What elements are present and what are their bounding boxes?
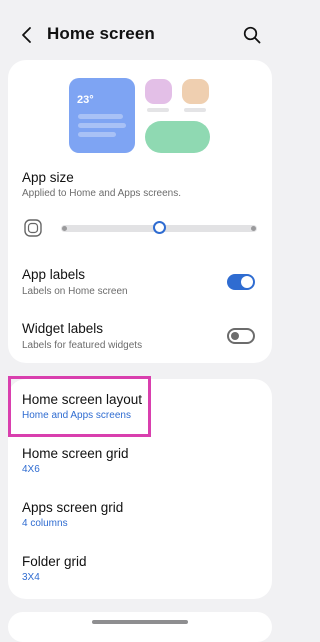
home-indicator — [92, 620, 188, 624]
folder-grid-title: Folder grid — [22, 554, 87, 569]
slider-thumb[interactable] — [152, 221, 166, 234]
search-icon — [243, 26, 261, 44]
preview-text-line — [78, 123, 126, 128]
preview-widget — [145, 121, 210, 153]
preview-app-icon — [182, 79, 209, 104]
toggle-knob — [231, 332, 239, 340]
apps-screen-grid-title: Apps screen grid — [22, 500, 124, 515]
back-button[interactable] — [14, 22, 40, 48]
additional-settings-card — [8, 612, 272, 642]
home-screen-grid-value: 4X6 — [22, 464, 40, 475]
slider-min-dot — [62, 226, 67, 231]
apps-screen-grid-item[interactable]: Apps screen grid 4 columns — [8, 489, 272, 543]
widget-labels-toggle[interactable] — [227, 328, 255, 344]
app-size-subtitle: Applied to Home and Apps screens. — [22, 188, 181, 199]
top-app-bar: Home screen — [0, 0, 280, 60]
preview-text-line — [78, 114, 123, 119]
apps-screen-grid-value: 4 columns — [22, 518, 68, 529]
search-button[interactable] — [241, 24, 263, 46]
app-labels-subtitle: Labels on Home screen — [22, 286, 128, 297]
app-labels-toggle[interactable] — [227, 274, 255, 290]
home-screen-grid-item[interactable]: Home screen grid 4X6 — [8, 435, 272, 489]
folder-grid-value: 3X4 — [22, 572, 40, 583]
widget-labels-subtitle: Labels for featured widgets — [22, 340, 143, 351]
preview-app-label — [184, 108, 206, 112]
folder-grid-item[interactable]: Folder grid 3X4 — [8, 543, 272, 597]
preview-weather-widget: 23° — [69, 78, 135, 153]
highlight-annotation — [8, 376, 151, 437]
app-size-title: App size — [22, 170, 74, 185]
preview-text-line — [78, 132, 116, 137]
chevron-left-icon — [22, 27, 31, 43]
slider-max-dot — [251, 226, 256, 231]
page-title: Home screen — [47, 24, 155, 43]
app-size-icon — [23, 218, 43, 238]
display-settings-card: 23° App size Applied to Home and Apps sc… — [8, 60, 272, 363]
preview-app-icon — [145, 79, 172, 104]
widget-labels-title: Widget labels — [22, 321, 104, 336]
preview-app-label — [147, 108, 169, 112]
home-screen-grid-title: Home screen grid — [22, 446, 129, 461]
preview-temperature: 23° — [77, 94, 94, 106]
toggle-knob — [241, 276, 253, 288]
app-labels-title: App labels — [22, 267, 86, 282]
